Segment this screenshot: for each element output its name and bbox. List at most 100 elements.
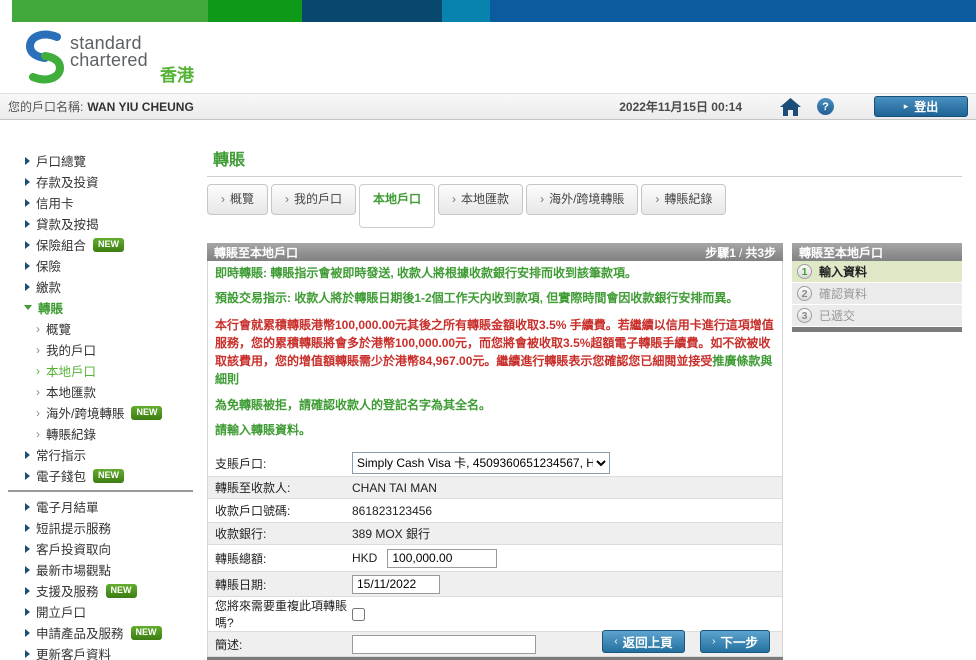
sidebar-item-transfers-my-accounts[interactable]: ›我的戶口 <box>0 339 207 360</box>
sidebar-item-transfers-history[interactable]: ›轉賬紀錄 <box>0 423 207 444</box>
payee-account-label: 收款戶口號碼: <box>215 502 352 519</box>
recurring-checkbox[interactable] <box>352 608 365 621</box>
sidebar-item-e-wallet[interactable]: 電子錢包NEW <box>0 465 207 486</box>
chevron-right-icon <box>25 545 30 553</box>
step-number-badge: 3 <box>797 308 812 323</box>
steps-bottom-bar <box>792 327 962 332</box>
sidebar-item-credit-card[interactable]: 信用卡 <box>0 192 207 213</box>
chevron-right-icon <box>25 262 30 270</box>
sidebar-item-insurance[interactable]: 保險 <box>0 255 207 276</box>
color-segment <box>12 0 208 22</box>
step-indicator: 步驟1/共3步 <box>705 244 776 261</box>
fee-warning-note: 本行會就累積轉賬港幣100,000.00元其後之所有轉賬金額收取3.5% 手續費… <box>215 316 775 388</box>
steps-panel: 轉賬至本地戶口 1 輸入資料 2 確認資料 3 已遞交 <box>792 243 962 332</box>
debit-account-select[interactable]: Simply Cash Visa 卡, 4509360651234567, HK… <box>352 452 610 474</box>
debit-account-row: 支賬戶口: Simply Cash Visa 卡, 45093606512345… <box>208 450 782 476</box>
chevron-right-icon <box>25 566 30 574</box>
angle-right-icon: › <box>655 192 659 206</box>
sidebar-item-transfers-local-accounts[interactable]: ›本地戶口 <box>0 360 207 381</box>
logout-button[interactable]: ▸ 登出 <box>874 96 968 117</box>
enter-details-note: 請輸入轉賬資料。 <box>215 423 775 438</box>
sidebar-item-market-views[interactable]: 最新市場觀點 <box>0 559 207 580</box>
sidebar-item-transfers-overseas[interactable]: ›海外/跨境轉賬NEW <box>0 402 207 423</box>
datetime-label: 2022年11月15日 00:14 <box>619 98 742 115</box>
sidebar-item-bill-payment[interactable]: 繳款 <box>0 276 207 297</box>
payee-bank-row: 收款銀行: 389 MOX 銀行 <box>208 522 782 545</box>
tab-overseas-transfer[interactable]: ›海外/跨境轉賬 <box>526 184 638 215</box>
sidebar-item-insurance-portfolio[interactable]: 保險組合NEW <box>0 234 207 255</box>
sidebar-item-deposits-investments[interactable]: 存款及投資 <box>0 171 207 192</box>
instruction-messages: 即時轉賬: 轉賬指示會被即時發送, 收款人將根據收款銀行安排而收到該筆款項。 預… <box>208 261 782 450</box>
payee-name-row: 轉賬至收款人: CHAN TAI MAN <box>208 476 782 499</box>
next-button[interactable]: ›下一步 <box>700 630 770 653</box>
home-icon[interactable] <box>780 98 801 116</box>
angle-right-icon: › <box>36 427 40 441</box>
help-icon[interactable]: ? <box>817 98 834 115</box>
step-enter-details: 1 輸入資料 <box>792 261 962 283</box>
chevron-right-icon <box>25 587 30 595</box>
sidebar-item-account-overview[interactable]: 戶口總覽 <box>0 150 207 171</box>
user-bar: 您的戶口名稱: WAN YIU CHEUNG 2022年11月15日 00:14… <box>0 93 976 120</box>
angle-right-icon: › <box>36 385 40 399</box>
panel-title: 轉賬至本地戶口 <box>214 244 298 261</box>
sidebar-item-loans-mortgage[interactable]: 貸款及按揭 <box>0 213 207 234</box>
tab-local-remittance[interactable]: ›本地匯款 <box>438 184 523 215</box>
sidebar-item-investment-profile[interactable]: 客戶投資取向 <box>0 538 207 559</box>
sidebar-item-transfers-local-remittance[interactable]: ›本地匯款 <box>0 381 207 402</box>
arrow-right-icon: › <box>712 636 715 647</box>
step-number-badge: 1 <box>797 264 812 279</box>
sidebar-divider <box>8 490 193 492</box>
step-submitted: 3 已遞交 <box>792 305 962 327</box>
sidebar-item-standing-instructions[interactable]: 常行指示 <box>0 444 207 465</box>
chevron-right-icon <box>25 629 30 637</box>
sidebar-item-apply-products[interactable]: 申請產品及服務NEW <box>0 622 207 643</box>
color-segment <box>490 0 976 22</box>
sidebar-item-sms-alerts[interactable]: 短訊提示服務 <box>0 517 207 538</box>
sidebar-item-transfers-overview[interactable]: ›概覽 <box>0 318 207 339</box>
chevron-right-icon <box>25 199 30 207</box>
payee-account-row: 收款戶口號碼: 861823123456 <box>208 499 782 522</box>
brand-wordmark: standard chartered <box>70 35 148 69</box>
banking-page: standard chartered 香港 您的戶口名稱: WAN YIU CH… <box>0 0 976 660</box>
angle-right-icon: › <box>36 322 40 336</box>
form-actions: ‹返回上頁 ›下一步 <box>207 630 783 653</box>
recurring-label: 您將來需要重複此項轉賬嗎? <box>215 597 352 631</box>
form-panel-header: 轉賬至本地戶口 步驟1/共3步 <box>207 243 783 261</box>
transfer-date-input[interactable] <box>352 575 440 594</box>
color-segment <box>0 0 12 22</box>
chevron-right-icon <box>25 451 30 459</box>
new-badge: NEW <box>93 469 124 483</box>
chevron-right-icon <box>25 178 30 186</box>
brand-line2: chartered <box>70 52 148 69</box>
color-segment <box>442 0 490 22</box>
payee-name-note: 為免轉賬被拒，請確認收款人的登記名字為其全名。 <box>215 398 775 413</box>
sidebar-item-open-account[interactable]: 開立戶口 <box>0 601 207 622</box>
sidebar-item-transfers[interactable]: 轉賬 <box>0 297 207 318</box>
amount-label: 轉賬總額: <box>215 550 352 567</box>
back-button[interactable]: ‹返回上頁 <box>602 630 684 653</box>
payee-bank-label: 收款銀行: <box>215 525 352 542</box>
tab-transfer-history[interactable]: ›轉賬紀錄 <box>641 184 726 215</box>
payee-bank-value: 389 MOX 銀行 <box>352 525 430 542</box>
sidebar-item-e-statement[interactable]: 電子月結單 <box>0 496 207 517</box>
tab-local-accounts[interactable]: 本地戶口 <box>359 184 435 228</box>
tab-my-accounts[interactable]: ›我的戶口 <box>271 184 356 215</box>
amount-row: 轉賬總額: HKD <box>208 545 782 571</box>
transfer-date-row: 轉賬日期: <box>208 571 782 597</box>
recurring-row: 您將來需要重複此項轉賬嗎? <box>208 597 782 631</box>
new-badge: NEW <box>131 406 162 420</box>
sidebar-item-update-info[interactable]: 更新客戶資料 <box>0 643 207 660</box>
angle-right-icon: › <box>540 192 544 206</box>
arrow-left-icon: ‹ <box>614 636 617 647</box>
tab-overview[interactable]: ›概覽 <box>207 184 268 215</box>
brand-color-bar <box>0 0 976 22</box>
payee-name-value: CHAN TAI MAN <box>352 481 437 495</box>
chevron-right-icon <box>25 650 30 658</box>
amount-input[interactable] <box>387 549 497 568</box>
sidebar-item-support-services[interactable]: 支援及服務NEW <box>0 580 207 601</box>
currency-label: HKD <box>352 551 377 565</box>
chevron-right-icon <box>25 241 30 249</box>
brand-header: standard chartered 香港 <box>0 22 976 93</box>
account-name-value: WAN YIU CHEUNG <box>87 100 193 114</box>
new-badge: NEW <box>131 626 162 640</box>
